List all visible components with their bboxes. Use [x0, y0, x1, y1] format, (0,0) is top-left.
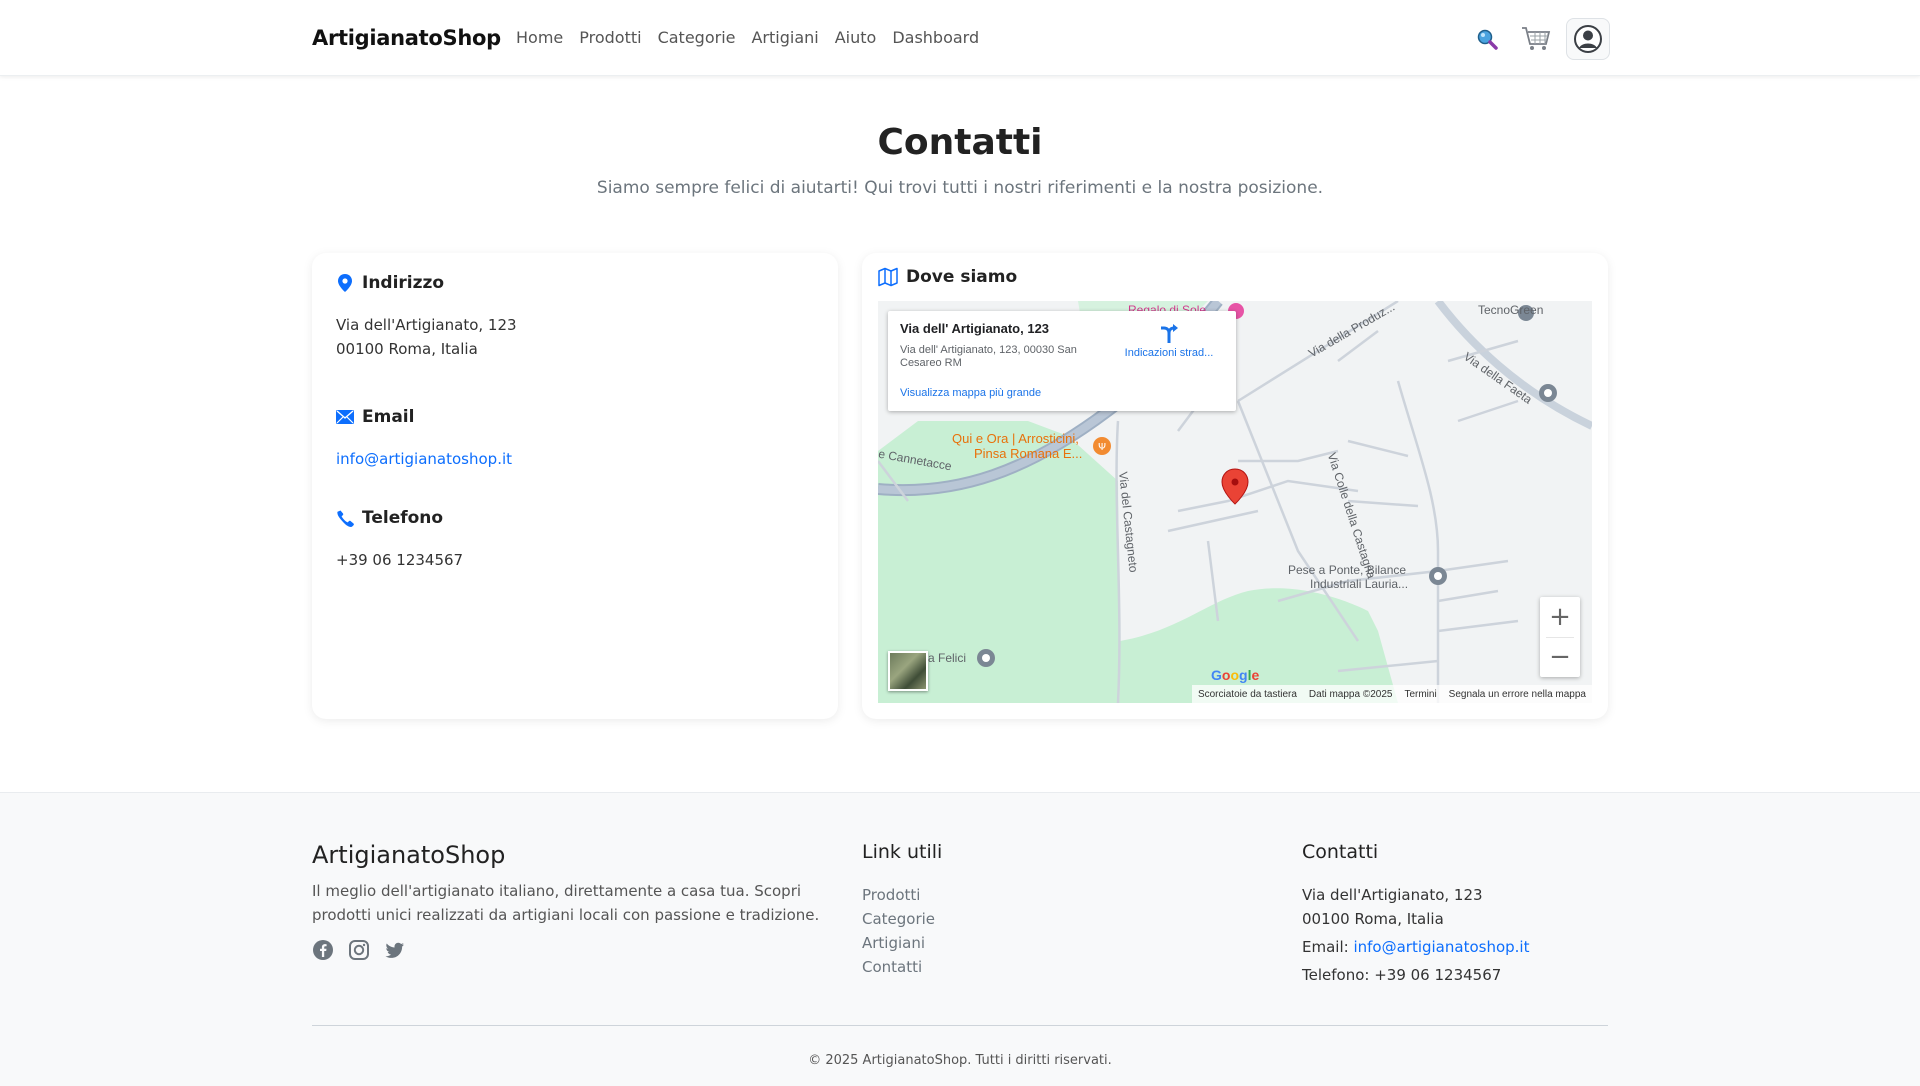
footer-divider	[312, 1025, 1608, 1026]
address-block: Indirizzo Via dell'Artigianato, 123 0010…	[336, 273, 517, 361]
footer-brand: ArtigianatoShop	[312, 841, 506, 869]
address-title: Indirizzo	[362, 273, 445, 293]
footer-address-line-1: Via dell'Artigianato, 123	[1302, 886, 1483, 904]
footer-description: Il meglio dell'artigianato italiano, dir…	[312, 882, 820, 924]
directions-button[interactable]: Indicazioni strad...	[1114, 321, 1224, 359]
footer-phone: Telefono: +39 06 1234567	[1302, 966, 1502, 984]
footer-contact-title: Contatti	[1302, 841, 1379, 863]
address-line-2: 00100 Roma, Italia	[336, 340, 478, 358]
map-data-label: Dati mappa ©2025	[1308, 688, 1393, 700]
location-pin-icon	[336, 273, 354, 293]
copyright: © 2025 ArtigianatoShop. Tutti i diritti …	[808, 1053, 1112, 1068]
map-label-pese-2: Industriali Lauria...	[1310, 577, 1409, 591]
nav-home[interactable]: Home	[516, 28, 563, 47]
map-label-felici: a Felici	[928, 651, 967, 665]
footer-link-categorie[interactable]: Categorie	[862, 907, 935, 931]
contact-info-card: Indirizzo Via dell'Artigianato, 123 0010…	[312, 253, 838, 719]
map-card: Dove siamo Ψ Regalo di Sole TecnoGreen V…	[862, 253, 1608, 719]
top-navbar: ArtigianatoShop Home Prodotti Categorie …	[0, 0, 1920, 76]
footer-link-prodotti[interactable]: Prodotti	[862, 883, 935, 907]
footer-email-label: Email:	[1302, 938, 1354, 956]
map-label-qui-e-ora-1: Qui e Ora | Arrosticini,	[952, 431, 1079, 446]
satellite-toggle[interactable]	[888, 651, 928, 691]
nav-prodotti[interactable]: Prodotti	[579, 28, 641, 47]
footer-links-title: Link utili	[862, 841, 943, 863]
map-icon	[878, 267, 898, 287]
larger-map-link[interactable]: Visualizza mappa più grande	[900, 387, 1041, 399]
footer-email-link[interactable]: info@artigianatoshop.it	[1353, 938, 1529, 956]
user-icon	[1573, 24, 1603, 54]
directions-icon	[1156, 321, 1182, 345]
header-actions	[1472, 18, 1610, 60]
facebook-icon[interactable]	[312, 939, 334, 961]
email-title: Email	[362, 407, 415, 427]
footer-link-artigiani[interactable]: Artigiani	[862, 931, 935, 955]
main-nav: Home Prodotti Categorie Artigiani Aiuto …	[516, 28, 995, 47]
footer-links: Prodotti Categorie Artigiani Contatti	[862, 883, 935, 979]
popup-address: Via dell' Artigianato, 123, 00030 San Ce…	[900, 344, 1077, 369]
instagram-icon[interactable]	[348, 939, 370, 961]
nav-dashboard[interactable]: Dashboard	[892, 28, 979, 47]
social-links	[312, 939, 406, 961]
phone-title: Telefono	[362, 508, 444, 528]
svg-text:Ψ: Ψ	[1098, 442, 1106, 453]
zoom-in-button[interactable]: +	[1540, 597, 1580, 637]
map-label-qui-e-ora-2: Pinsa Romana E...	[974, 446, 1083, 461]
zoom-out-button[interactable]: −	[1540, 637, 1580, 677]
zoom-controls: + −	[1540, 597, 1580, 677]
map-title: Dove siamo	[906, 267, 1018, 287]
embedded-map[interactable]: Ψ Regalo di Sole TecnoGreen Via della Pr…	[878, 301, 1592, 703]
email-block: Email info@artigianatoshop.it	[336, 407, 512, 471]
envelope-icon	[336, 407, 354, 427]
map-label-tecnogreen: TecnoGreen	[1478, 303, 1544, 317]
site-footer: ArtigianatoShop Il meglio dell'artigiana…	[0, 792, 1920, 1086]
nav-categorie[interactable]: Categorie	[658, 28, 736, 47]
search-icon[interactable]	[1472, 19, 1502, 59]
map-info-window: Via dell' Artigianato, 123 Via dell' Art…	[888, 311, 1236, 411]
report-error-link[interactable]: Segnala un errore nella mappa	[1449, 689, 1586, 700]
nav-artigiani[interactable]: Artigiani	[751, 28, 818, 47]
map-label-pese-1: Pese a Ponte, Bilance	[1288, 563, 1407, 577]
address-line-1: Via dell'Artigianato, 123	[336, 316, 517, 334]
footer-link-contatti[interactable]: Contatti	[862, 955, 935, 979]
cart-icon[interactable]	[1520, 19, 1552, 59]
page-subtitle: Siamo sempre felici di aiutarti! Qui tro…	[596, 178, 1324, 198]
directions-label: Indicazioni strad...	[1124, 347, 1214, 359]
phone-icon	[336, 508, 354, 528]
map-attribution: Scorciatoie da tastiera Dati mappa ©2025…	[1192, 685, 1592, 703]
footer-contact: Via dell'Artigianato, 123 00100 Roma, It…	[1302, 883, 1529, 987]
keyboard-shortcuts-link[interactable]: Scorciatoie da tastiera	[1198, 689, 1297, 700]
phone-number: +39 06 1234567	[336, 551, 464, 569]
email-link[interactable]: info@artigianatoshop.it	[336, 450, 512, 468]
twitter-icon[interactable]	[384, 939, 406, 961]
phone-block: Telefono +39 06 1234567	[336, 508, 463, 572]
footer-address-line-2: 00100 Roma, Italia	[1302, 910, 1444, 928]
terms-link[interactable]: Termini	[1404, 689, 1436, 700]
user-menu-button[interactable]	[1566, 18, 1610, 60]
brand-logo[interactable]: ArtigianatoShop	[312, 26, 501, 50]
nav-aiuto[interactable]: Aiuto	[835, 28, 877, 47]
google-logo: Google	[1211, 667, 1260, 683]
page-title: Contatti	[877, 122, 1043, 163]
